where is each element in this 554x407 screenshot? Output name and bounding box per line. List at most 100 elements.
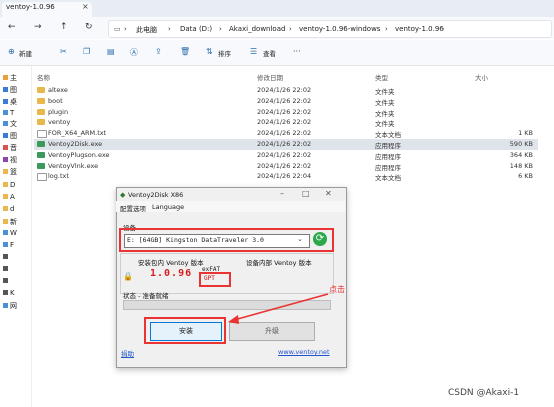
crumb-separator: › — [289, 25, 292, 33]
sidebar-item-icon — [3, 303, 8, 308]
device-highlight-box — [119, 228, 334, 252]
sidebar-item-label: 主 — [10, 74, 17, 82]
more-icon[interactable]: ··· — [293, 47, 301, 56]
file-type: 文件夹 — [375, 109, 395, 118]
sidebar-item[interactable]: D — [3, 181, 15, 189]
breadcrumb-drive[interactable]: Data (D:) — [180, 25, 212, 33]
view-button[interactable]: 查看 — [263, 48, 276, 58]
sidebar-item[interactable]: 图 — [3, 131, 17, 141]
new-button[interactable]: 新建 — [19, 48, 32, 58]
file-name[interactable]: plugin — [48, 108, 68, 116]
gpt-highlight-box — [199, 272, 231, 287]
sidebar-item[interactable]: 视 — [3, 155, 17, 165]
file-size: 590 KB — [509, 140, 533, 148]
folder-icon — [37, 108, 45, 115]
sidebar-item[interactable]: 主 — [3, 73, 17, 83]
sidebar-item[interactable]: d — [3, 205, 14, 213]
sidebar-item-icon — [3, 121, 8, 126]
breadcrumb-this-pc[interactable]: 此电脑 — [136, 25, 157, 35]
copy-icon[interactable]: ❐ — [83, 47, 90, 56]
menu-options[interactable]: 配置选项 — [120, 203, 146, 213]
file-date: 2024/1/26 22:02 — [257, 140, 312, 148]
file-name[interactable]: VentoyPlugson.exe — [48, 151, 109, 159]
close-icon[interactable]: × — [82, 2, 89, 11]
breadcrumb-current[interactable]: ventoy-1.0.96 — [395, 25, 444, 33]
share-icon[interactable]: ⇪ — [155, 47, 162, 56]
sort-icon[interactable]: ⇅ — [206, 47, 213, 56]
file-name[interactable]: Ventoy2Disk.exe — [48, 140, 102, 148]
sidebar-item[interactable] — [3, 253, 10, 261]
file-name[interactable]: FOR_X64_ARM.txt — [48, 129, 106, 137]
sidebar-item[interactable]: A — [3, 193, 15, 201]
close-icon[interactable]: ✕ — [325, 189, 332, 198]
sidebar-item[interactable]: F — [3, 241, 14, 249]
sidebar-item[interactable]: 篮 — [3, 167, 17, 177]
sidebar-item[interactable]: 桌 — [3, 97, 17, 107]
file-type: 文本文档 — [375, 174, 401, 183]
sidebar-item[interactable]: W — [3, 229, 17, 237]
package-version: 1.0.96 — [150, 268, 193, 279]
column-type[interactable]: 类型 — [375, 72, 388, 82]
sidebar-item[interactable] — [3, 277, 10, 285]
file-name[interactable]: VentoyVlnk.exe — [48, 162, 98, 170]
breadcrumb-windows[interactable]: ventoy-1.0.96-windows — [299, 25, 380, 33]
folder-icon — [37, 119, 45, 126]
status-text: 状态 - 准备就绪 — [123, 292, 169, 300]
file-date: 2024/1/26 22:02 — [257, 118, 312, 127]
sidebar-item-icon — [3, 157, 8, 162]
paste-icon[interactable]: ▤ — [107, 47, 115, 56]
file-date: 2024/1/26 22:02 — [257, 96, 312, 105]
sidebar-item[interactable]: K — [3, 289, 15, 297]
file-type: 应用程序 — [375, 163, 401, 172]
sidebar-item[interactable]: 网 — [3, 301, 17, 311]
sidebar-item[interactable]: T — [3, 109, 14, 117]
watermark: CSDN @Akaxi-1 — [448, 388, 520, 398]
forward-icon[interactable]: → — [34, 22, 42, 32]
sidebar-item-icon — [3, 182, 8, 187]
sidebar-item-label: 桌 — [10, 98, 17, 106]
sidebar-item-label: A — [10, 193, 15, 201]
file-name[interactable]: altexe — [48, 86, 68, 94]
text-file-icon — [37, 173, 47, 182]
minimize-icon[interactable]: – — [280, 189, 284, 198]
column-size[interactable]: 大小 — [475, 72, 488, 82]
sidebar-item[interactable] — [3, 265, 10, 273]
breadcrumb-download[interactable]: Akaxi_download — [229, 25, 285, 33]
file-type: 文件夹 — [375, 98, 395, 107]
file-name[interactable]: boot — [48, 97, 63, 105]
file-type: 文本文档 — [375, 131, 401, 140]
maximize-icon[interactable]: □ — [302, 189, 310, 198]
sidebar-item[interactable]: 文 — [3, 119, 17, 129]
install-highlight-box — [144, 317, 226, 344]
file-name[interactable]: log.txt — [48, 172, 69, 180]
rename-icon[interactable]: Ⓐ — [130, 47, 138, 58]
app-icon — [37, 141, 45, 147]
sidebar-item-icon — [3, 290, 8, 295]
website-link[interactable]: www.ventoy.net — [278, 348, 330, 356]
sidebar-item-label: 图 — [10, 132, 17, 140]
sort-button[interactable]: 排序 — [218, 48, 231, 58]
sidebar-item-label: 图 — [10, 86, 17, 94]
sidebar-item[interactable]: 音 — [3, 143, 17, 153]
plus-icon[interactable]: ⊕ — [8, 47, 15, 56]
column-date[interactable]: 修改日期 — [257, 72, 283, 82]
sidebar-item[interactable]: 图 — [3, 85, 17, 95]
donate-link[interactable]: 捐助 — [121, 348, 134, 358]
sidebar-item[interactable]: 新 — [3, 217, 17, 227]
up-icon[interactable]: ↑ — [60, 22, 68, 32]
delete-icon[interactable]: 🗑 — [180, 47, 190, 56]
sidebar-item-label: 文 — [10, 120, 17, 128]
crumb-separator: › — [385, 25, 388, 33]
cut-icon[interactable]: ✂ — [60, 47, 67, 56]
app-icon — [37, 162, 45, 169]
sidebar-item-icon — [3, 206, 8, 211]
menu-language[interactable]: Language — [152, 203, 184, 211]
file-name[interactable]: ventoy — [48, 118, 70, 126]
sidebar-item-icon — [3, 242, 8, 247]
annotation-arrow — [228, 293, 329, 324]
column-name[interactable]: 名称 — [37, 72, 50, 82]
crumb-separator: › — [219, 25, 222, 33]
back-icon[interactable]: ← — [8, 22, 16, 32]
refresh-icon[interactable]: ↻ — [85, 22, 93, 32]
view-icon[interactable]: ☰ — [250, 47, 257, 56]
